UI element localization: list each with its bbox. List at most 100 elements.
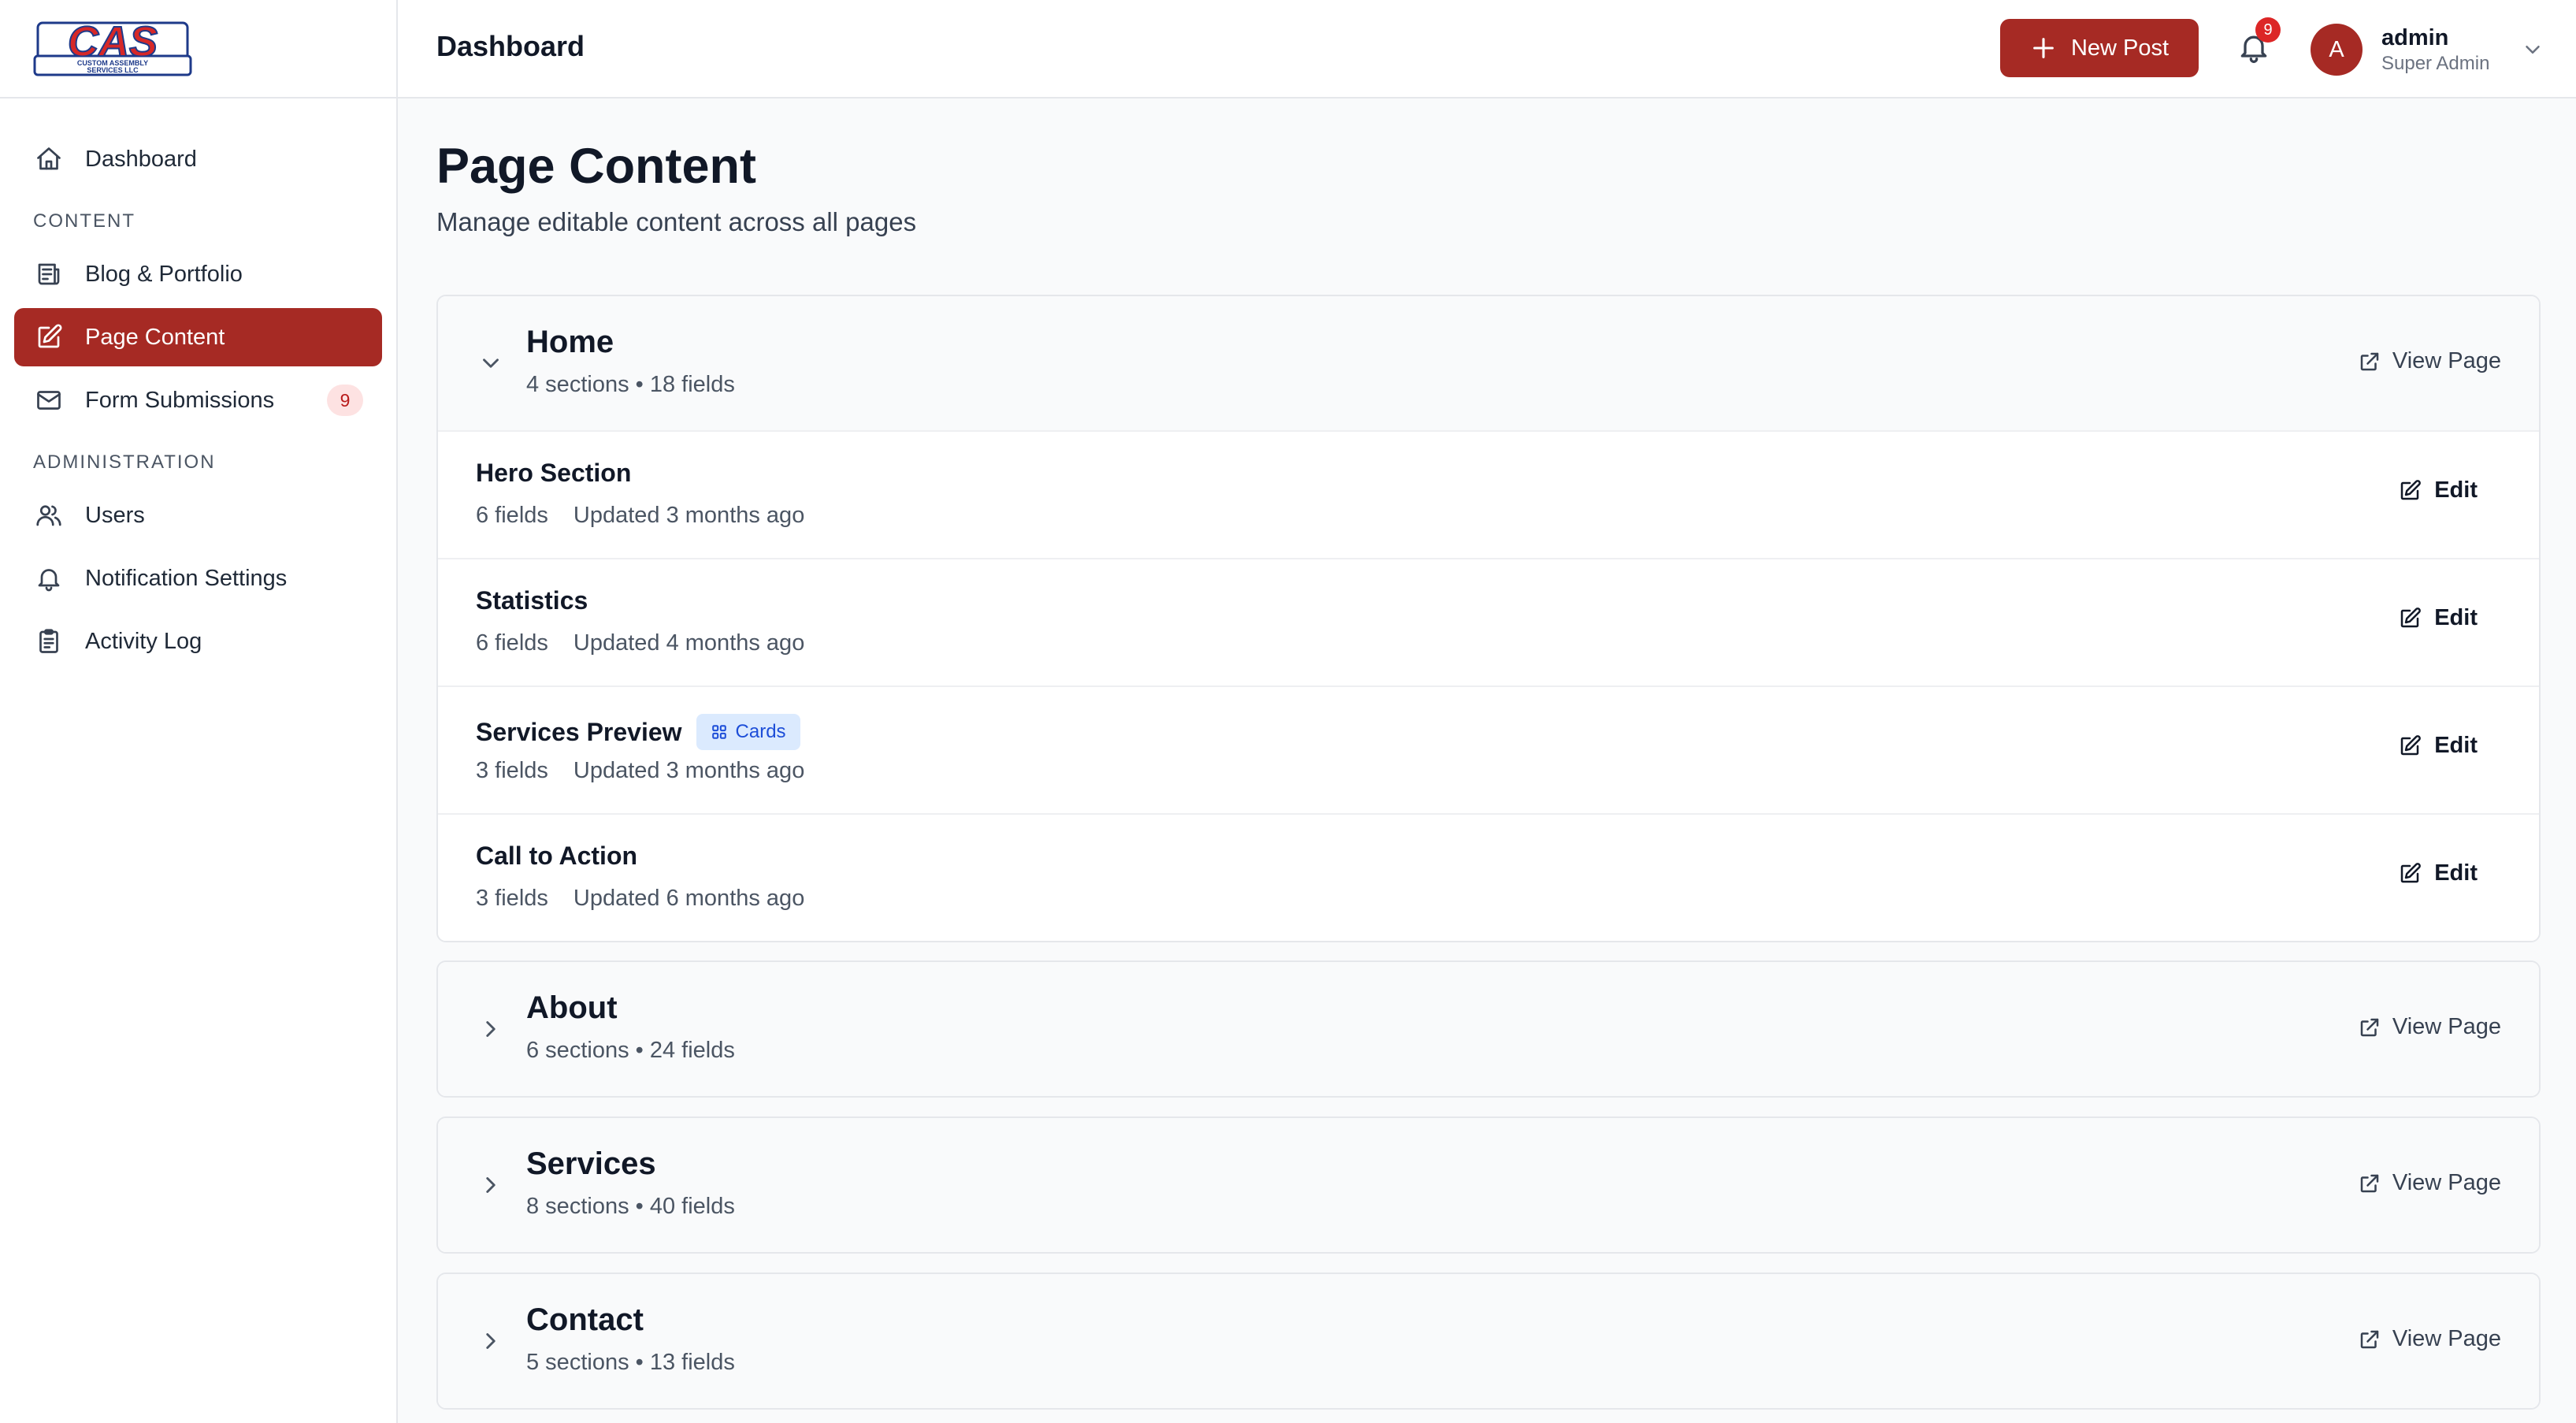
section-title: Call to Action [476,842,637,871]
edit-button[interactable]: Edit [2398,860,2478,886]
sidebar-item-notification-settings[interactable]: Notification Settings [14,549,382,607]
section-fields: 6 fields [476,503,548,528]
chevron-right-icon [486,1177,496,1193]
envelope-icon [37,391,61,410]
section-row-hero: Hero Section 6 fields Updated 3 months ag… [438,430,2539,558]
sidebar-section-administration: ADMINISTRATION [33,451,216,473]
top-header: Dashboard New Post 9 A admin Super Admin [398,0,2576,98]
user-menu[interactable]: A admin Super Admin [2311,20,2544,79]
section-row-call-to-action: Call to Action 3 fields Updated 6 months … [438,813,2539,941]
section-title-text: Statistics [476,586,588,615]
tag-label: Cards [735,721,786,742]
notifications-button[interactable]: 9 [2236,17,2281,69]
section-meta: 3 fields Updated 6 months ago [476,886,804,912]
edit-button[interactable]: Edit [2398,477,2478,503]
avatar: A [2311,24,2363,76]
clipboard-icon [39,629,58,653]
sidebar-item-dashboard[interactable]: Dashboard [14,130,382,188]
page-card-header[interactable]: About 6 sections • 24 fields View Page [438,962,2539,1096]
view-page-link[interactable]: View Page [2358,1326,2501,1352]
page-card-title: Contact [526,1302,644,1337]
view-page-link[interactable]: View Page [2358,1170,2501,1196]
section-title-text: Hero Section [476,459,632,487]
section-fields: 6 fields [476,630,548,656]
new-post-label: New Post [2070,35,2170,61]
sidebar-item-label: Activity Log [85,628,202,654]
external-link-icon [2360,1018,2379,1036]
view-page-label: View Page [2392,1170,2501,1195]
chevron-down-icon [2526,46,2541,54]
page-card-title: Home [526,325,614,359]
edit-button[interactable]: Edit [2398,605,2478,631]
sidebar-item-users[interactable]: Users [14,486,382,544]
notification-count-badge: 9 [2255,17,2281,43]
page-card-meta: 8 sections • 40 fields [526,1194,735,1219]
section-title-text: Call to Action [476,842,638,870]
edit-icon [2400,862,2422,882]
sidebar-item-activity-log[interactable]: Activity Log [14,612,382,671]
page-card-title: Services [526,1146,656,1181]
edit-label: Edit [2434,605,2478,630]
edit-icon [2400,734,2422,755]
section-updated: Updated 6 months ago [573,886,805,911]
view-page-link[interactable]: View Page [2358,348,2501,374]
user-role: Super Admin [2381,53,2490,74]
sidebar: CAS CUSTOM ASSEMBLY SERVICES LLC Dashboa… [0,0,398,1423]
page-card-header[interactable]: Services 8 sections • 40 fields View Pag… [438,1118,2539,1252]
home-icon [37,147,61,170]
view-page-label: View Page [2392,1326,2501,1351]
section-title-text: Services Preview [476,717,682,746]
page-card-about: About 6 sections • 24 fields View Page [436,960,2541,1098]
sidebar-item-label: Dashboard [85,146,197,172]
new-post-button[interactable]: New Post [2000,19,2199,77]
view-page-link[interactable]: View Page [2358,1014,2501,1040]
page-card-header[interactable]: Home 4 sections • 18 fields View Page [438,296,2539,430]
edit-icon [2400,479,2422,500]
sidebar-item-blog-portfolio[interactable]: Blog & Portfolio [14,245,382,303]
edit-button[interactable]: Edit [2398,733,2478,759]
user-name: admin [2381,25,2449,50]
section-fields: 3 fields [476,886,548,911]
form-submissions-count-badge: 9 [327,385,363,416]
users-icon [36,505,61,526]
edit-label: Edit [2434,860,2478,886]
page-subtitle: Manage editable content across all pages [436,207,917,236]
sidebar-section-content: CONTENT [33,210,135,232]
main-content: Page Content Manage editable content acr… [398,98,2576,1423]
edit-label: Edit [2434,477,2478,503]
grid-icon [711,725,726,739]
page-card-meta: 4 sections • 18 fields [526,372,735,397]
section-fields: 3 fields [476,758,548,783]
section-row-statistics: Statistics 6 fields Updated 4 months ago … [438,558,2539,685]
pencil-square-icon [38,324,62,348]
page-card-header[interactable]: Contact 5 sections • 13 fields View Page [438,1274,2539,1408]
newspaper-icon [38,263,60,285]
section-title: Hero Section [476,459,631,488]
section-updated: Updated 3 months ago [573,758,805,783]
section-title: Statistics [476,586,588,615]
sidebar-nav: Dashboard CONTENT Blog & Portfolio Page … [0,98,396,671]
logo-text: CAS [68,18,158,65]
external-link-icon [2360,1330,2379,1348]
sidebar-item-form-submissions[interactable]: Form Submissions 9 [14,371,382,429]
chevron-right-icon [486,1021,496,1037]
sidebar-item-label: Users [85,502,145,528]
sidebar-item-label: Form Submissions [85,387,275,413]
section-row-services-preview: Services Preview Cards 3 fields Updated 3… [438,685,2539,813]
section-meta: 3 fields Updated 3 months ago [476,758,804,784]
edit-icon [2400,607,2422,627]
view-page-label: View Page [2392,348,2501,373]
logo-subtext-2: SERVICES LLC [87,66,139,74]
page-card-services: Services 8 sections • 40 fields View Pag… [436,1116,2541,1254]
sidebar-item-label: Blog & Portfolio [85,261,243,287]
section-updated: Updated 3 months ago [573,503,805,528]
logo-area: CAS CUSTOM ASSEMBLY SERVICES LLC [0,0,396,98]
chevron-down-icon [483,359,499,368]
external-link-icon [2360,1174,2379,1192]
edit-label: Edit [2434,733,2478,758]
sidebar-item-page-content[interactable]: Page Content [14,308,382,366]
user-info: admin Super Admin [2381,24,2489,76]
cas-logo[interactable]: CAS CUSTOM ASSEMBLY SERVICES LLC [32,17,194,81]
section-meta: 6 fields Updated 4 months ago [476,630,804,656]
page-card-meta: 5 sections • 13 fields [526,1350,735,1375]
